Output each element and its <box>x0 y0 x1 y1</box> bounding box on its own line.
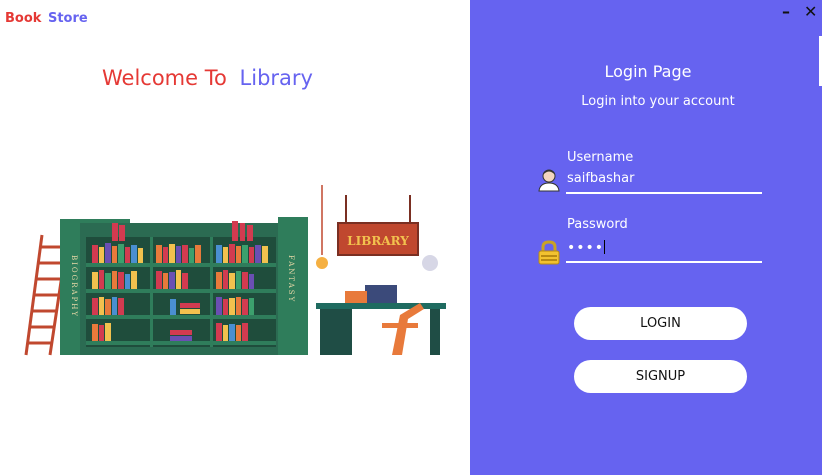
desk-graphic <box>316 255 446 355</box>
password-label: Password <box>567 217 628 232</box>
welcome-text: Welcome To <box>102 66 227 90</box>
login-subtitle: Login into your account <box>581 94 735 109</box>
welcome-heading: Welcome To Library <box>102 66 313 90</box>
fantasy-label: FANTASY <box>287 255 295 303</box>
brand-logo: Book Store <box>5 11 88 26</box>
close-button[interactable]: ✕ <box>804 4 817 20</box>
library-sign-graphic: LIBRARY <box>337 195 419 256</box>
welcome-library-text: Library <box>239 66 313 90</box>
biography-label: BIOGRAPHY <box>70 255 78 318</box>
brand-word-store: Store <box>47 11 88 26</box>
hanging-lamp-graphic <box>316 185 328 269</box>
bookcase-graphic: BIOGRAPHY FANTASY <box>60 217 308 355</box>
password-mask: •••• <box>567 240 605 256</box>
padlock-icon <box>538 240 560 265</box>
library-sign-text: LIBRARY <box>347 234 409 248</box>
minimize-button[interactable]: – <box>782 4 790 20</box>
username-input[interactable]: saifbashar <box>566 171 762 194</box>
text-cursor <box>604 240 606 254</box>
username-label: Username <box>567 150 634 165</box>
welcome-pane: Book Store Welcome To Library BIOGRAPHY … <box>0 0 470 475</box>
login-button[interactable]: LOGIN <box>574 307 747 340</box>
library-illustration: BIOGRAPHY FANTASY LIBRARY <box>24 185 446 356</box>
brand-word-book: Book <box>5 11 42 26</box>
user-avatar-icon <box>538 169 560 192</box>
signup-button[interactable]: SIGNUP <box>574 360 747 393</box>
login-panel: – ✕ Login Page Login into your account U… <box>470 0 822 475</box>
password-input[interactable]: •••• <box>566 240 762 263</box>
login-window: Book Store Welcome To Library BIOGRAPHY … <box>0 0 822 475</box>
login-page-title: Login Page <box>604 62 692 81</box>
